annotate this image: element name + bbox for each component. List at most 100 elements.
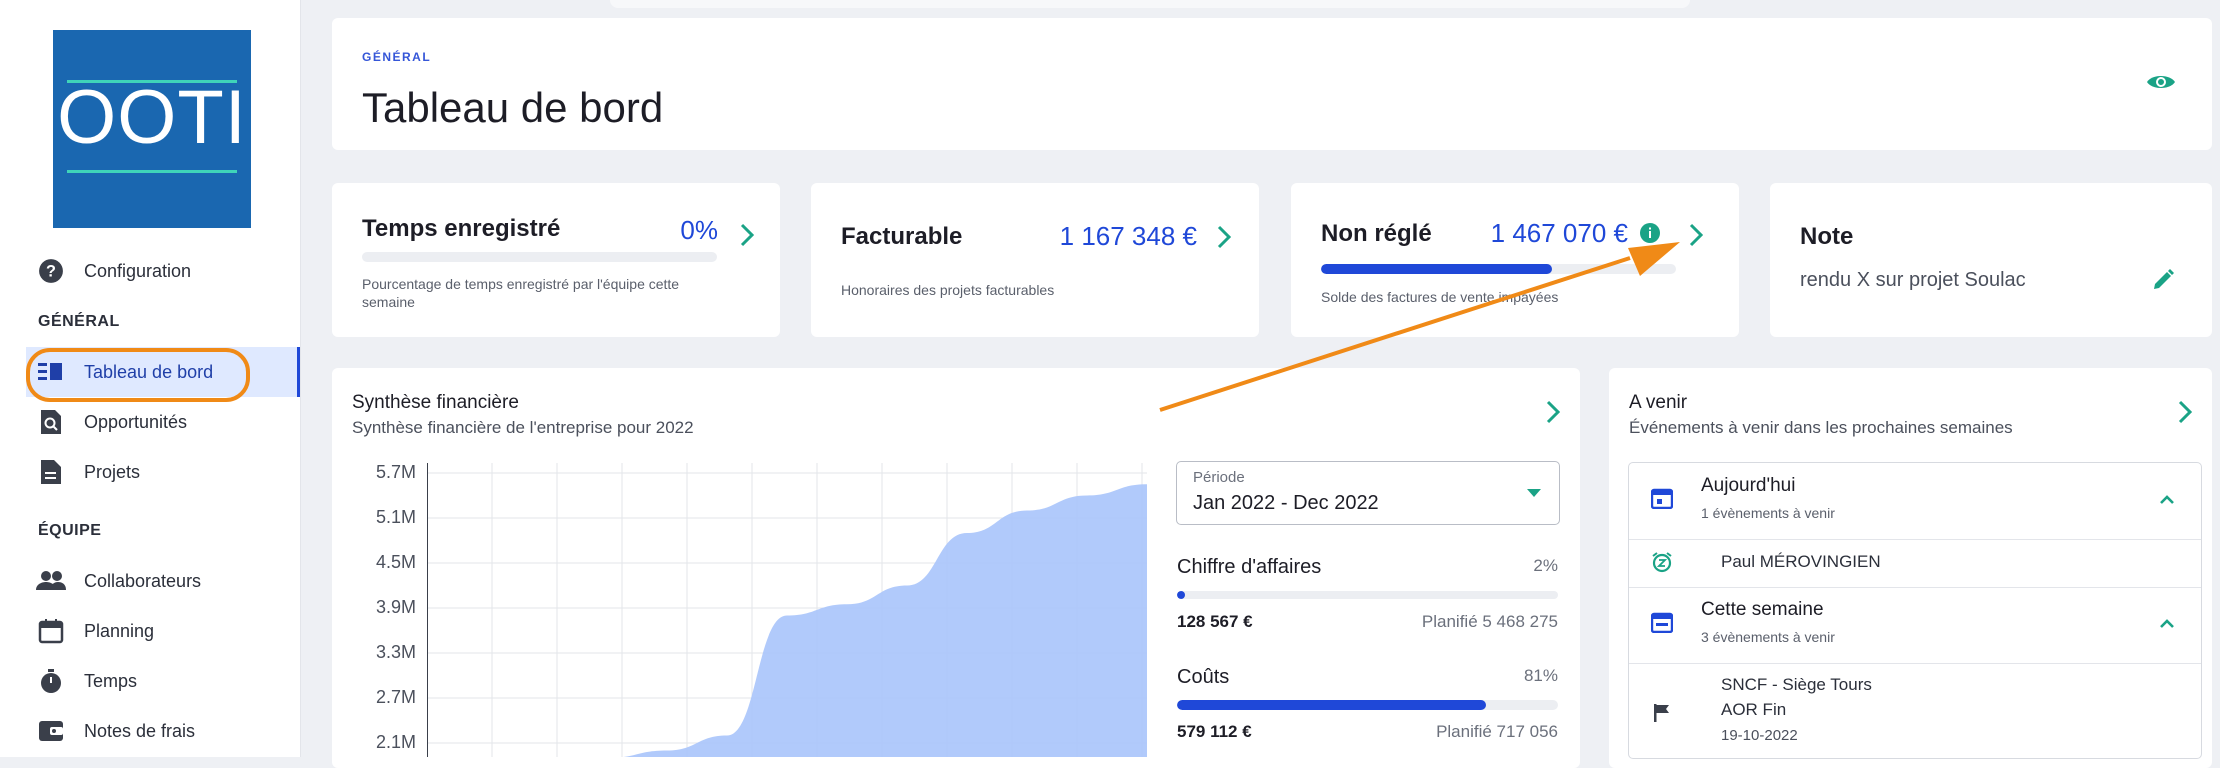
sidebar-item-label: Projets bbox=[84, 461, 141, 482]
chevron-right-icon[interactable] bbox=[1689, 223, 1704, 252]
flag-icon bbox=[1653, 703, 1671, 728]
y-tick-label: 2.1M bbox=[375, 732, 416, 752]
y-tick-label: 3.3M bbox=[375, 642, 416, 662]
events-panel: Aujourd'hui 1 évènements à venir Paul MÉ… bbox=[1628, 462, 2202, 759]
group-title: Aujourd'hui bbox=[1701, 475, 1796, 496]
kpi-card-facturable[interactable]: Facturable 1 167 348 € Honoraires des pr… bbox=[811, 183, 1259, 337]
chevron-up-icon[interactable] bbox=[2159, 615, 2175, 633]
kpi-description: Pourcentage de temps enregistré par l'éq… bbox=[362, 276, 680, 310]
group-title: Cette semaine bbox=[1701, 599, 1824, 620]
calendar-week-icon bbox=[1650, 611, 1674, 638]
chevron-up-icon[interactable] bbox=[2159, 491, 2175, 509]
metric-couts-amount: 579 112 € bbox=[1177, 722, 1252, 741]
eye-icon[interactable] bbox=[2146, 72, 2176, 97]
y-tick-label: 2.7M bbox=[375, 687, 416, 707]
top-tab-strip bbox=[610, 0, 1690, 8]
y-tick-label: 5.1M bbox=[375, 507, 416, 527]
kpi-value: 0% bbox=[680, 215, 718, 245]
section-subtitle: Synthèse financière de l'entreprise pour… bbox=[352, 418, 694, 437]
sidebar-item-opportunites[interactable]: Opportunités bbox=[26, 397, 298, 447]
select-value: Jan 2022 - Dec 2022 bbox=[1193, 492, 1379, 514]
help-icon: ? bbox=[36, 256, 66, 286]
section-subtitle: Événements à venir dans les prochaines s… bbox=[1629, 418, 2013, 437]
metric-couts-name: Coûts bbox=[1177, 666, 1230, 688]
y-tick-label: 3.9M bbox=[375, 597, 416, 617]
group-subtitle: 3 évènements à venir bbox=[1701, 629, 1835, 645]
event-title: Paul MÉROVINGIEN bbox=[1721, 552, 1881, 571]
alarm-icon bbox=[1651, 551, 1673, 578]
group-subtitle: 1 évènements à venir bbox=[1701, 505, 1835, 521]
page-title: Tableau de bord bbox=[362, 84, 664, 131]
sidebar-item-projets[interactable]: Projets bbox=[26, 447, 298, 497]
chevron-right-icon[interactable] bbox=[1546, 400, 1561, 429]
note-card[interactable]: Note rendu X sur projet Soulac bbox=[1770, 183, 2212, 337]
select-label: Période bbox=[1193, 469, 1245, 486]
sidebar-item-label: Opportunités bbox=[84, 411, 188, 432]
metric-couts-progress bbox=[1177, 700, 1558, 710]
highlight-annotation bbox=[26, 348, 250, 402]
kpi-title: Facturable bbox=[841, 223, 963, 250]
ooti-logo[interactable]: OOTI bbox=[53, 30, 251, 228]
calendar-icon bbox=[36, 616, 66, 646]
document-icon bbox=[36, 457, 66, 487]
stopwatch-icon bbox=[36, 666, 66, 696]
chevron-right-icon[interactable] bbox=[740, 223, 755, 252]
note-title: Note bbox=[1800, 223, 1854, 250]
svg-text:?: ? bbox=[46, 262, 56, 280]
page-header: GÉNÉRAL Tableau de bord bbox=[332, 18, 2212, 150]
sidebar-item-label: Configuration bbox=[84, 260, 192, 281]
kpi-value: 1 467 070 € bbox=[1490, 218, 1628, 248]
event-item[interactable]: SNCF - Siège Tours AOR Fin 19-10-2022 bbox=[1629, 663, 2201, 758]
sidebar-item-temps[interactable]: Temps bbox=[26, 656, 298, 706]
area-chart bbox=[427, 463, 1147, 757]
section-title: A venir bbox=[1629, 392, 1688, 413]
progress-bar bbox=[1321, 264, 1676, 274]
sidebar-item-configuration[interactable]: ? Configuration bbox=[26, 246, 298, 296]
event-item[interactable]: Paul MÉROVINGIEN bbox=[1629, 539, 2201, 588]
metric-ca-plan: Planifié 5 468 275 bbox=[1421, 612, 1558, 631]
period-select[interactable]: Période Jan 2022 - Dec 2022 bbox=[1176, 461, 1560, 525]
kpi-card-non-regle[interactable]: Non réglé 1 467 070 € Solde des factures… bbox=[1291, 183, 1739, 337]
sidebar-item-label: Planning bbox=[84, 620, 155, 641]
progress-bar bbox=[362, 252, 717, 262]
event-date: 19-10-2022 bbox=[1721, 727, 1798, 744]
events-group-today[interactable]: Aujourd'hui 1 évènements à venir bbox=[1629, 463, 2201, 540]
edit-icon[interactable] bbox=[2152, 269, 2174, 296]
chevron-right-icon[interactable] bbox=[1217, 225, 1232, 254]
info-icon[interactable] bbox=[1640, 223, 1660, 248]
kpi-description: Solde des factures de vente impayées bbox=[1321, 289, 1559, 305]
sidebar-item-label: Notes de frais bbox=[84, 720, 196, 741]
metric-ca-progress bbox=[1177, 591, 1558, 599]
sidebar-item-planning[interactable]: Planning bbox=[26, 606, 298, 656]
breadcrumb: GÉNÉRAL bbox=[362, 50, 432, 64]
sidebar-section-equipe: ÉQUIPE bbox=[38, 522, 102, 539]
sidebar-item-notes-de-frais[interactable]: Notes de frais bbox=[26, 706, 298, 756]
sidebar-item-label: Collaborateurs bbox=[84, 570, 202, 591]
metric-ca-amount: 128 567 € bbox=[1177, 612, 1253, 631]
sidebar-item-collaborateurs[interactable]: Collaborateurs bbox=[26, 556, 298, 606]
kpi-title: Temps enregistré bbox=[362, 215, 561, 242]
metric-ca-pct: 2% bbox=[1533, 556, 1558, 575]
metric-couts-pct: 81% bbox=[1523, 666, 1558, 685]
y-tick-label: 5.7M bbox=[375, 462, 416, 482]
note-text: rendu X sur projet Soulac bbox=[1800, 269, 2026, 291]
metric-ca-name: Chiffre d'affaires bbox=[1177, 556, 1322, 578]
area-series bbox=[427, 484, 1147, 757]
event-title: SNCF - Siège Tours bbox=[1721, 675, 1872, 694]
kpi-card-temps[interactable]: Temps enregistré 0% Pourcentage de temps… bbox=[332, 183, 780, 337]
metric-couts-plan: Planifié 717 056 bbox=[1436, 722, 1558, 741]
people-icon bbox=[36, 566, 66, 596]
calendar-today-icon bbox=[1650, 487, 1674, 514]
chevron-right-icon[interactable] bbox=[2178, 400, 2193, 429]
sidebar-item-label: Temps bbox=[84, 670, 138, 691]
search-doc-icon bbox=[36, 407, 66, 437]
kpi-value: 1 167 348 € bbox=[1059, 221, 1197, 251]
event-phase: AOR Fin bbox=[1721, 700, 1787, 719]
logo-text: OOTI bbox=[57, 75, 247, 160]
caret-down-icon bbox=[1527, 489, 1541, 497]
section-title: Synthèse financière bbox=[352, 392, 519, 413]
wallet-icon bbox=[36, 716, 66, 746]
sidebar-section-general: GÉNÉRAL bbox=[38, 313, 120, 330]
kpi-description: Honoraires des projets facturables bbox=[841, 282, 1055, 298]
events-group-week[interactable]: Cette semaine 3 évènements à venir bbox=[1629, 587, 2201, 664]
